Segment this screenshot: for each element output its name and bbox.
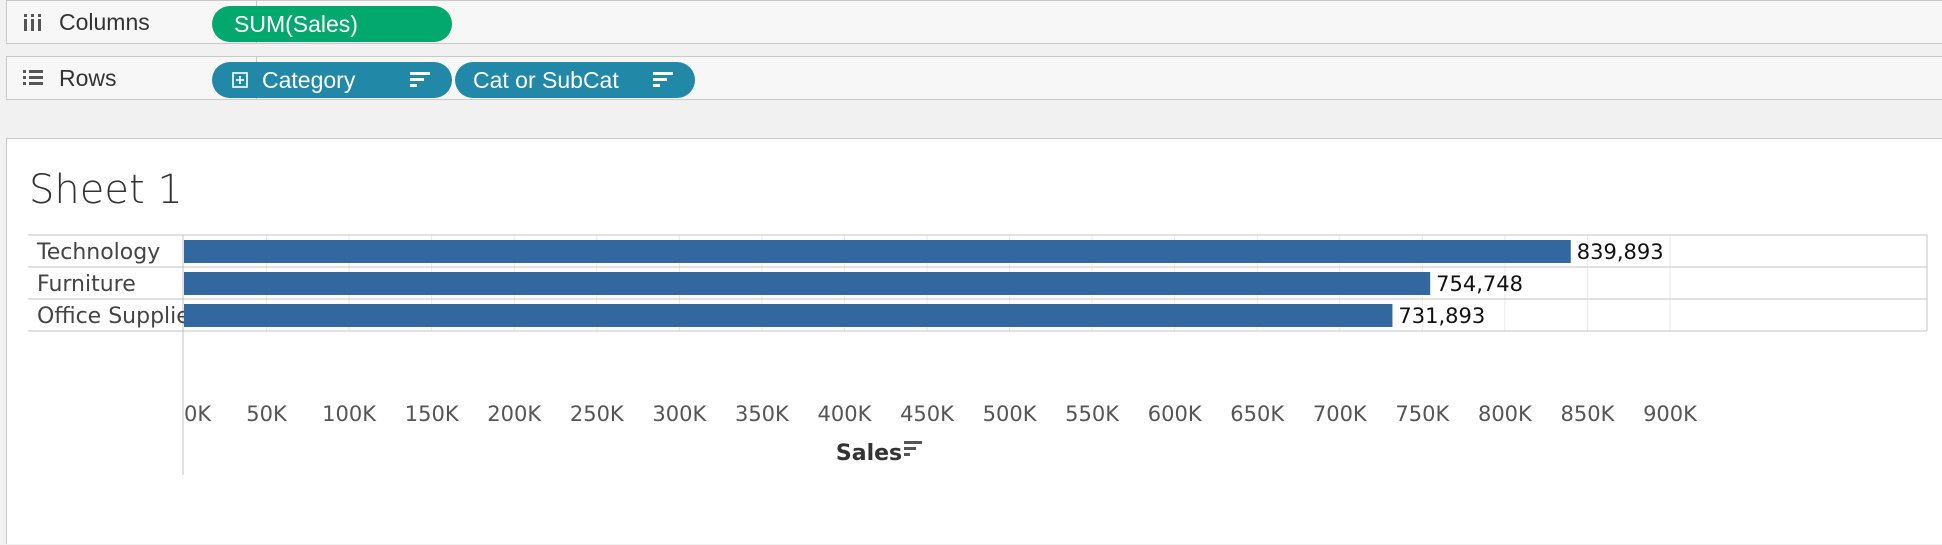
tick-label: 450K xyxy=(900,402,955,426)
tick-label: 850K xyxy=(1561,402,1616,426)
pill-label: Cat or SubCat xyxy=(473,66,619,93)
tick-label: 800K xyxy=(1478,402,1533,426)
bar[interactable] xyxy=(184,240,1571,263)
rows-icon xyxy=(23,70,43,85)
tick-label: 150K xyxy=(405,402,460,426)
data-label: 731,893 xyxy=(1398,304,1485,328)
tick-label: 700K xyxy=(1313,402,1368,426)
pill-label: SUM(Sales) xyxy=(234,10,358,37)
sheet-view[interactable]: Sheet 1 Technology 839,893 Furniture 754,74… xyxy=(6,138,1942,544)
tick-label: 250K xyxy=(570,402,625,426)
pill-label: Category xyxy=(262,66,356,93)
data-label: 839,893 xyxy=(1577,240,1664,264)
rows-shelf[interactable]: Rows Category Cat or SubCat xyxy=(6,56,1942,100)
tick-label: 350K xyxy=(735,402,790,426)
tick-label: 900K xyxy=(1643,402,1698,426)
axis-title[interactable]: Sales xyxy=(836,441,902,466)
tick-label: 200K xyxy=(487,402,542,426)
sum-sales-pill[interactable]: SUM(Sales) xyxy=(212,6,452,42)
columns-label: Columns xyxy=(59,8,150,35)
tick-label: 0K xyxy=(184,402,212,426)
tick-label: 750K xyxy=(1395,402,1450,426)
tick-label: 500K xyxy=(983,402,1038,426)
bar[interactable] xyxy=(184,272,1431,295)
sort-icon[interactable] xyxy=(904,441,922,456)
tick-label: 300K xyxy=(652,402,707,426)
tick-label: 400K xyxy=(818,402,873,426)
expand-icon[interactable] xyxy=(232,72,248,88)
category-label[interactable]: Technology xyxy=(36,240,160,265)
tick-label: 100K xyxy=(322,402,377,426)
sort-icon[interactable] xyxy=(410,71,430,89)
category-label[interactable]: Furniture xyxy=(37,272,136,297)
cat-or-subcat-pill[interactable]: Cat or SubCat xyxy=(455,62,695,98)
category-label[interactable]: Office Supplies xyxy=(37,304,201,329)
sort-icon[interactable] xyxy=(653,71,673,89)
bar[interactable] xyxy=(184,304,1393,327)
category-pill[interactable]: Category xyxy=(212,62,452,98)
data-label: 754,748 xyxy=(1436,272,1523,296)
columns-shelf[interactable]: Columns SUM(Sales) xyxy=(6,0,1942,44)
rows-label: Rows xyxy=(59,64,117,91)
bar-chart[interactable]: Technology 839,893 Furniture 754,748 Office … xyxy=(7,139,1942,545)
tick-label: 650K xyxy=(1230,402,1285,426)
tick-label: 550K xyxy=(1065,402,1120,426)
tick-label: 600K xyxy=(1148,402,1203,426)
tick-label: 50K xyxy=(246,402,288,426)
columns-icon xyxy=(24,14,41,31)
